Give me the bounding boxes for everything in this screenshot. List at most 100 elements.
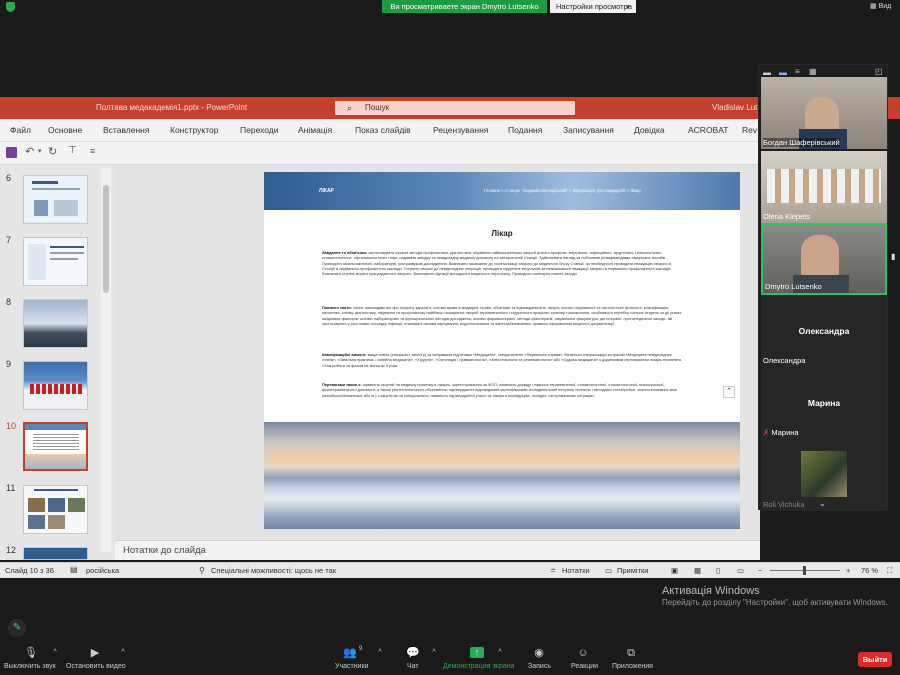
view-button[interactable]: ▦ Вид bbox=[870, 2, 891, 10]
chat-button[interactable]: Чат bbox=[407, 663, 419, 670]
ribbon-tabs: Файл Основне Вставлення Конструктор Пере… bbox=[0, 119, 760, 141]
paragraph: Кваліфікаційні вимоги: вища освіта (спец… bbox=[322, 352, 684, 368]
reading-view-icon[interactable]: ▯ bbox=[716, 566, 720, 575]
reactions-icon[interactable]: ☺ bbox=[576, 647, 590, 659]
video-camera-icon[interactable]: ▶ bbox=[88, 647, 102, 659]
pencil-icon[interactable]: ✎ bbox=[8, 619, 26, 637]
customize-icon[interactable]: ≡ bbox=[90, 146, 95, 156]
save-icon[interactable] bbox=[6, 147, 17, 158]
normal-view-icon[interactable]: ▣ bbox=[671, 566, 678, 575]
tab-acrobat[interactable]: ACROBAT bbox=[688, 119, 728, 141]
chevron-down-icon[interactable]: ⌄ bbox=[819, 499, 826, 508]
zoom-slider-handle[interactable] bbox=[803, 566, 806, 575]
paragraph-label: Перевагами також є: bbox=[322, 382, 362, 387]
participant-tile[interactable]: Olena Klepets bbox=[761, 151, 887, 223]
slide-thumbnail[interactable] bbox=[23, 361, 88, 410]
slide-header-banner: ЛІКАР Головна > Станція "Академік Вернад… bbox=[264, 172, 740, 210]
slide-thumbnail-selected[interactable] bbox=[23, 422, 88, 471]
leave-button[interactable]: Выйти bbox=[858, 652, 892, 667]
tab-slideshow[interactable]: Показ слайдів bbox=[355, 119, 411, 141]
zoom-out-icon[interactable]: − bbox=[758, 566, 762, 575]
participants-count: 9 bbox=[359, 646, 363, 652]
participant-tile[interactable]: Олександра Олександра bbox=[761, 295, 887, 367]
reactions-button[interactable]: Реакции bbox=[571, 663, 598, 670]
slide-number: 9 bbox=[6, 359, 12, 369]
present-icon[interactable]: ⊤ bbox=[68, 145, 77, 156]
undo-icon[interactable]: ↶ bbox=[25, 145, 34, 158]
chevron-down-icon[interactable]: ▾ bbox=[38, 147, 42, 155]
scrollbar-thumb[interactable] bbox=[103, 185, 109, 293]
tab-rev[interactable]: Rev bbox=[742, 119, 757, 141]
chevron-up-icon[interactable]: ^ bbox=[427, 647, 441, 659]
participant-avatar bbox=[801, 451, 847, 497]
paragraph-text: вища освіта (спеціаліст, магістр) за нап… bbox=[322, 352, 683, 368]
view-settings-button[interactable]: Настройки просмотра bbox=[550, 0, 636, 13]
scroll-up-icon[interactable]: ⌃ bbox=[723, 386, 735, 398]
tab-view[interactable]: Подання bbox=[508, 119, 542, 141]
language[interactable]: російська bbox=[86, 566, 119, 575]
stop-video-button[interactable]: Остановить видео bbox=[66, 663, 126, 670]
participant-tile[interactable]: Марина ✗ Марина bbox=[761, 367, 887, 439]
record-icon[interactable]: ◉ bbox=[532, 647, 546, 659]
grid-icon: ▦ bbox=[870, 3, 879, 10]
windows-activation-watermark: Активація Windows Перейдіть до розділу "… bbox=[662, 585, 897, 609]
slide-thumbnail[interactable] bbox=[23, 237, 88, 286]
search-icon: ⌕ bbox=[347, 103, 353, 113]
fit-slide-icon[interactable]: ⛶ bbox=[887, 566, 892, 576]
share-screen-button[interactable]: Демонстрация экрана bbox=[443, 663, 515, 670]
tab-home[interactable]: Основне bbox=[48, 119, 82, 141]
mute-button[interactable]: Выключить звук bbox=[4, 663, 56, 670]
chevron-up-icon[interactable]: ^ bbox=[116, 647, 130, 659]
accessibility-status[interactable]: Спеціальні можливості: щось не так bbox=[211, 566, 336, 575]
activation-text: Перейдіть до розділу "Настройки", щоб ак… bbox=[662, 598, 888, 607]
slide-thumbnail[interactable] bbox=[23, 547, 88, 560]
chat-icon[interactable]: 💬 bbox=[406, 647, 420, 659]
notes-button[interactable]: Нотатки bbox=[562, 566, 590, 575]
tab-transitions[interactable]: Переходи bbox=[240, 119, 279, 141]
tab-insert[interactable]: Вставлення bbox=[103, 119, 149, 141]
search-input[interactable]: ⌕ Пошук bbox=[335, 101, 575, 115]
tab-help[interactable]: Довідка bbox=[634, 119, 665, 141]
notes-pane[interactable]: Нотатки до слайда bbox=[115, 540, 760, 560]
slide-sorter-icon[interactable]: ▦ bbox=[694, 566, 701, 575]
slide-thumbnail[interactable] bbox=[23, 299, 88, 348]
slide-thumbnail[interactable] bbox=[23, 485, 88, 534]
tab-recording[interactable]: Записування bbox=[563, 119, 614, 141]
zoom-level[interactable]: 76 % bbox=[861, 566, 878, 575]
chevron-up-icon[interactable]: ^ bbox=[48, 647, 62, 659]
gallery-view-icon[interactable]: ▦ bbox=[809, 67, 817, 76]
share-screen-icon[interactable]: ↑ bbox=[470, 647, 484, 658]
record-button[interactable]: Запись bbox=[528, 663, 551, 670]
zoom-in-icon[interactable]: + bbox=[846, 566, 850, 575]
apps-button[interactable]: Приложения bbox=[612, 663, 653, 670]
scroll-handle-icon[interactable]: ▮ bbox=[891, 252, 895, 261]
tab-file[interactable]: Файл bbox=[10, 119, 31, 141]
participant-name: Богдан Шаферівський bbox=[763, 138, 840, 147]
chevron-up-icon[interactable]: ^ bbox=[373, 647, 387, 659]
security-shield-icon[interactable] bbox=[6, 2, 15, 12]
participant-tile[interactable]: Богдан Шаферівський bbox=[761, 77, 887, 149]
participant-name: Olena Klepets bbox=[763, 212, 811, 221]
current-slide[interactable]: ЛІКАР Головна > Станція "Академік Вернад… bbox=[264, 172, 740, 529]
quick-access-toolbar: ↶ ▾ ↻ ⊤ ≡ bbox=[0, 141, 760, 165]
tab-review[interactable]: Рецензування bbox=[433, 119, 488, 141]
participant-tile-active-speaker[interactable]: Dmytro Lutsenko bbox=[761, 223, 887, 295]
participants-button[interactable]: Участники bbox=[335, 663, 368, 670]
chevron-up-icon[interactable]: ^ bbox=[493, 647, 507, 659]
tab-animations[interactable]: Анімація bbox=[298, 119, 332, 141]
slideshow-icon[interactable]: ▭ bbox=[737, 566, 744, 575]
exit-fullscreen-icon[interactable]: ◰ bbox=[875, 67, 883, 76]
comments-button[interactable]: Примітки bbox=[617, 566, 648, 575]
slide-thumbnails-panel: 6 7 8 9 10 11 12 bbox=[0, 165, 115, 560]
speaker-view-icon[interactable]: ▬ bbox=[779, 68, 787, 77]
strip-view-icon[interactable]: ≡ bbox=[795, 67, 800, 76]
apps-icon[interactable]: ⧉ bbox=[624, 647, 638, 659]
tab-design[interactable]: Конструктор bbox=[170, 119, 218, 141]
minimize-icon[interactable]: ▬ bbox=[763, 68, 771, 77]
participants-icon[interactable]: 👥 bbox=[343, 647, 357, 659]
microphone-icon[interactable]: 🎙 bbox=[24, 647, 38, 659]
user-name: Vladislav Lut bbox=[712, 103, 758, 112]
slide-thumbnail[interactable] bbox=[23, 175, 88, 224]
spellcheck-icon[interactable]: ▤ bbox=[70, 565, 78, 574]
redo-icon[interactable]: ↻ bbox=[48, 145, 57, 158]
